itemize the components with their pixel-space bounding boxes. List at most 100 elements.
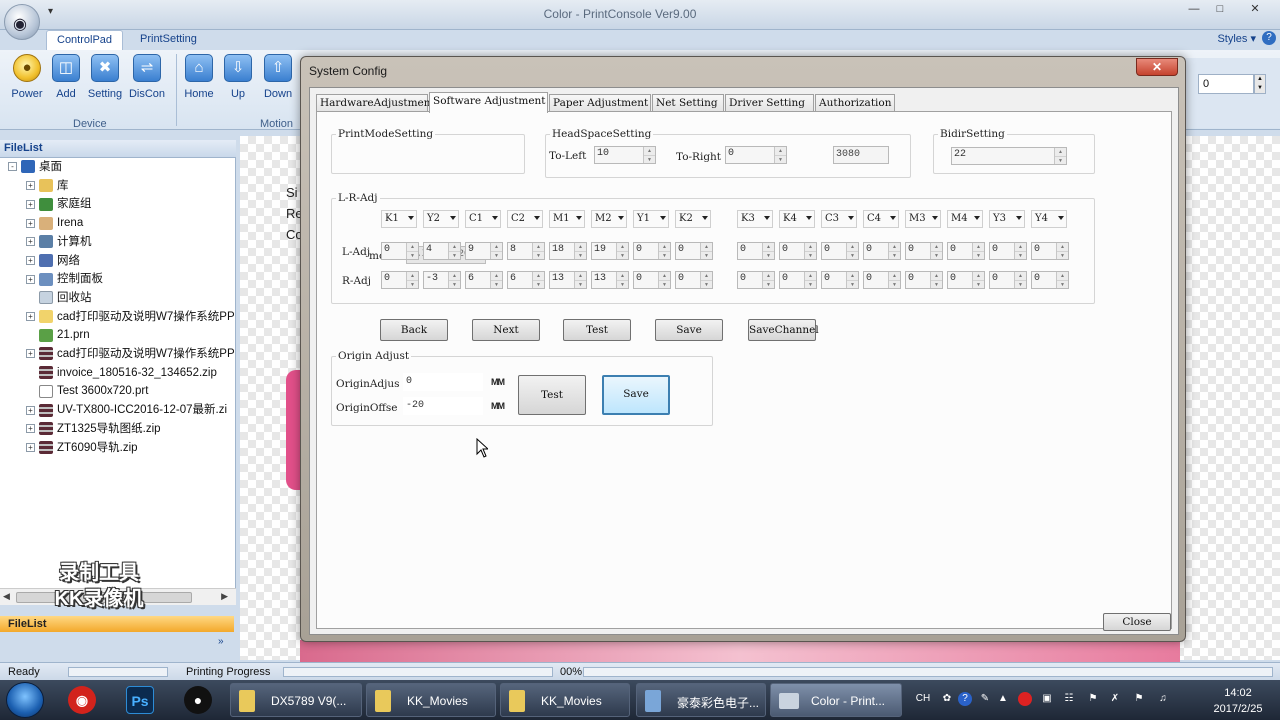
- collapse-icon[interactable]: -: [8, 162, 17, 172]
- r-adj-spinner[interactable]: 0 ▲ ▼: [633, 271, 671, 289]
- expand-icon[interactable]: +: [26, 199, 35, 209]
- tray-expand-icon[interactable]: ▲: [996, 692, 1010, 706]
- to-left-spinner[interactable]: 10 ▲ ▼: [594, 146, 656, 164]
- r-adj-spinner[interactable]: 6 ▲ ▼: [465, 271, 503, 289]
- display-icon[interactable]: ▣: [1040, 692, 1054, 706]
- add-button[interactable]: ◫ Add: [46, 54, 86, 100]
- flag-icon[interactable]: ⚑: [1086, 692, 1100, 706]
- tab-paper-adjustment[interactable]: Paper Adjustment: [549, 94, 651, 112]
- l-adj-spinner[interactable]: 9 ▲ ▼: [465, 242, 503, 260]
- l-adj-spinner[interactable]: 0 ▲ ▼: [905, 242, 943, 260]
- file-tree-node[interactable]: + cad打印驱动及说明W7操作系统PP: [26, 345, 235, 363]
- expand-icon[interactable]: +: [26, 181, 35, 191]
- spinner-arrows-icon[interactable]: ▲ ▼: [574, 272, 586, 288]
- spinner-arrows-icon[interactable]: ▲ ▼: [490, 243, 502, 259]
- channel-select[interactable]: K4: [779, 210, 815, 228]
- spinner-arrows-icon[interactable]: ▲ ▼: [658, 272, 670, 288]
- close-window-button[interactable]: ✕: [1240, 2, 1270, 18]
- l-adj-spinner[interactable]: 0 ▲ ▼: [675, 242, 713, 260]
- expand-icon[interactable]: +: [26, 442, 35, 452]
- file-tree-node[interactable]: + 计算机: [26, 233, 92, 251]
- pinned-app-icon[interactable]: ◉: [68, 686, 96, 714]
- l-adj-spinner[interactable]: 0 ▲ ▼: [863, 242, 901, 260]
- expand-icon[interactable]: +: [26, 424, 35, 434]
- discon-button[interactable]: ⇌ DisCon: [127, 54, 167, 100]
- channel-select[interactable]: C1: [465, 210, 501, 228]
- channel-select[interactable]: M3: [905, 210, 941, 228]
- spinner-arrows-icon[interactable]: ▲ ▼: [616, 272, 628, 288]
- spinner-arrows-icon[interactable]: ▲ ▼: [1056, 272, 1068, 288]
- l-adj-spinner[interactable]: 0 ▲ ▼: [779, 242, 817, 260]
- channel-select[interactable]: Y1: [633, 210, 669, 228]
- setting-button[interactable]: ✖ Setting: [85, 54, 125, 100]
- expand-icon[interactable]: +: [26, 237, 35, 247]
- l-adj-spinner[interactable]: 0 ▲ ▼: [381, 242, 419, 260]
- spinner-arrows-icon[interactable]: ▲ ▼: [972, 243, 984, 259]
- scroll-right-icon[interactable]: ▶: [221, 591, 228, 602]
- spinner-arrows-icon[interactable]: ▲ ▼: [1014, 272, 1026, 288]
- r-adj-spinner[interactable]: 0 ▲ ▼: [675, 271, 713, 289]
- tab-printsetting[interactable]: PrintSetting: [130, 30, 207, 50]
- r-adj-spinner[interactable]: 13 ▲ ▼: [549, 271, 587, 289]
- r-adj-spinner[interactable]: 0 ▲ ▼: [821, 271, 859, 289]
- input-language-indicator[interactable]: CH: [914, 692, 932, 706]
- channel-select[interactable]: Y4: [1031, 210, 1067, 228]
- home-button[interactable]: ⌂ Home: [179, 54, 219, 100]
- channel-select[interactable]: K3: [737, 210, 773, 228]
- r-adj-spinner[interactable]: 0 ▲ ▼: [863, 271, 901, 289]
- l-adj-spinner[interactable]: 0 ▲ ▼: [737, 242, 775, 260]
- spinner-arrows-icon[interactable]: ▲ ▼: [930, 272, 942, 288]
- flag-icon[interactable]: ⚑: [1132, 692, 1146, 706]
- r-adj-spinner[interactable]: 0 ▲ ▼: [905, 271, 943, 289]
- r-adj-spinner[interactable]: -3 ▲ ▼: [423, 271, 461, 289]
- spinner-arrows-icon[interactable]: ▲ ▼: [1056, 243, 1068, 259]
- qq-icon[interactable]: ●: [184, 686, 212, 714]
- dialog-close-icon[interactable]: ✕: [1136, 58, 1178, 76]
- tab-driver-setting[interactable]: Driver Setting: [725, 94, 814, 112]
- l-adj-spinner[interactable]: 0 ▲ ▼: [633, 242, 671, 260]
- spinner-arrows-icon[interactable]: ▲ ▼: [888, 243, 900, 259]
- r-adj-spinner[interactable]: 0 ▲ ▼: [381, 271, 419, 289]
- spinner-arrows-icon[interactable]: ▲ ▼: [762, 272, 774, 288]
- taskbar-task[interactable]: DX5789 V9(...: [230, 683, 362, 717]
- file-tree-node[interactable]: - 桌面: [8, 158, 62, 176]
- down-button[interactable]: ⇧ Down: [258, 54, 298, 100]
- expand-icon[interactable]: +: [26, 405, 35, 415]
- to-right-spinner[interactable]: 0 ▲ ▼: [725, 146, 787, 164]
- taskbar-task-active[interactable]: Color - Print...: [770, 683, 902, 717]
- l-adj-spinner[interactable]: 4 ▲ ▼: [423, 242, 461, 260]
- channel-select[interactable]: M1: [549, 210, 585, 228]
- spinner-arrows-icon[interactable]: ▲ ▼: [972, 272, 984, 288]
- back-button[interactable]: Back: [380, 319, 448, 341]
- spinner-arrows-icon[interactable]: ▲ ▼: [448, 272, 460, 288]
- origin-adjust-input[interactable]: 0: [403, 373, 483, 391]
- spinner-arrows-icon[interactable]: ▲ ▼: [406, 243, 418, 259]
- ime-icon[interactable]: ✎: [978, 692, 992, 706]
- file-tree-node[interactable]: + Irena: [26, 214, 83, 232]
- r-adj-spinner[interactable]: 0 ▲ ▼: [947, 271, 985, 289]
- spinner-arrows-icon[interactable]: ▲ ▼: [804, 243, 816, 259]
- expand-icon[interactable]: +: [26, 274, 35, 284]
- minimize-button[interactable]: —: [1182, 2, 1206, 18]
- channel-select[interactable]: Y2: [423, 210, 459, 228]
- spinner-arrows-icon[interactable]: ▲ ▼: [1014, 243, 1026, 259]
- file-tree-node[interactable]: + 库: [26, 177, 69, 195]
- channel-select[interactable]: C3: [821, 210, 857, 228]
- r-adj-spinner[interactable]: 0 ▲ ▼: [779, 271, 817, 289]
- help-icon[interactable]: ?: [1262, 31, 1276, 45]
- file-tree[interactable]: - 桌面 + 库 + 家庭组 + Irena + 计算机 + 网络 + 控制面板 回收站 + cad打印驱动及说…: [0, 158, 236, 588]
- file-tree-node[interactable]: Test 3600x720.prt: [26, 382, 148, 400]
- file-tree-node[interactable]: + 家庭组: [26, 195, 92, 213]
- app-logo-icon[interactable]: ◉: [4, 4, 40, 40]
- file-tree-node[interactable]: invoice_180516-32_134652.zip: [26, 364, 217, 382]
- expand-icon[interactable]: +: [26, 349, 35, 359]
- taskbar-task[interactable]: 豪泰彩色电子...: [636, 683, 766, 717]
- spinner-arrows-icon[interactable]: ▲ ▼: [930, 243, 942, 259]
- styles-menu[interactable]: Styles ▾: [1217, 32, 1256, 45]
- security-icon[interactable]: [1018, 692, 1032, 706]
- tab-hardware-adjustment[interactable]: HardwareAdjustment: [316, 94, 435, 112]
- channel-select[interactable]: Y3: [989, 210, 1025, 228]
- expand-icon[interactable]: +: [26, 255, 35, 265]
- help-tray-icon[interactable]: ?: [958, 692, 972, 706]
- file-tree-node[interactable]: + 网络: [26, 252, 80, 270]
